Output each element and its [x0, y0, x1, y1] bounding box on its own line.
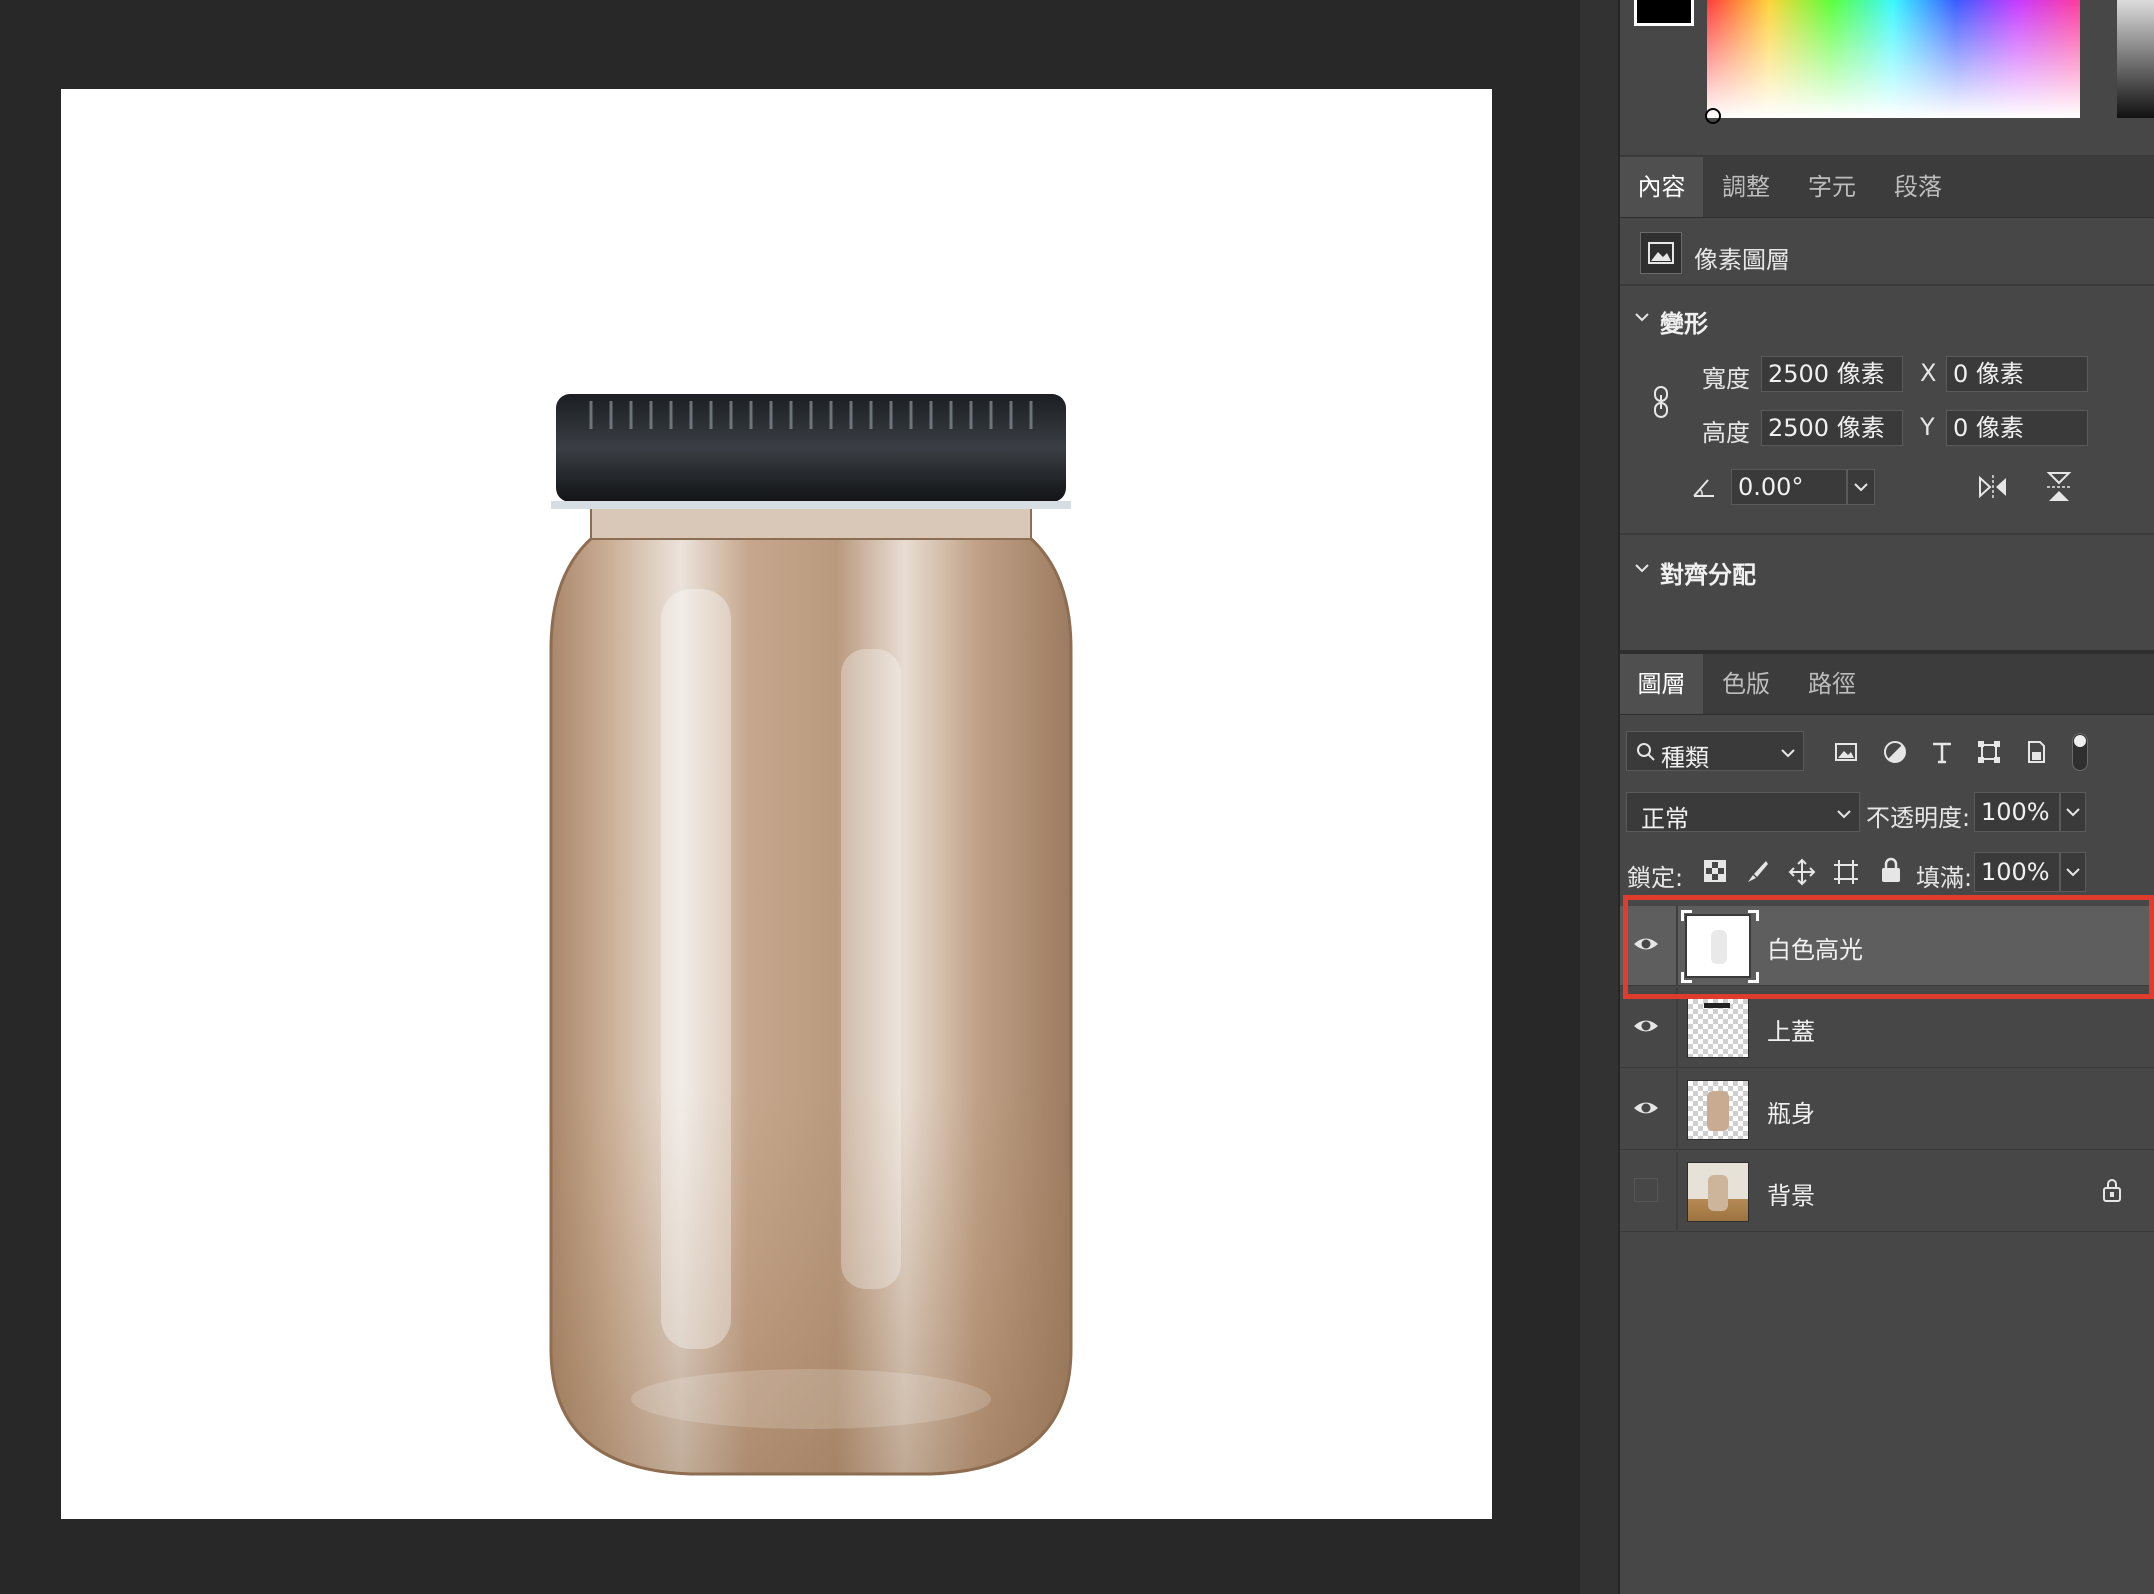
layer-name[interactable]: 瓶身 [1767, 1094, 1815, 1129]
panel-divider[interactable] [1580, 0, 1620, 1594]
chevron-down-icon[interactable] [1632, 307, 1652, 327]
width-label: 寬度 [1702, 365, 1750, 393]
flip-horizontal-icon[interactable] [1977, 472, 2009, 502]
lock-position-icon[interactable] [1788, 858, 1816, 886]
lock-image-pixels-icon[interactable] [1744, 858, 1770, 884]
angle-dropdown-button[interactable] [1847, 469, 1875, 505]
layer-filter-dropdown[interactable]: 種類 [1626, 731, 1804, 772]
x-label: X [1920, 359, 1937, 387]
opacity-label: 不透明度: [1866, 804, 1971, 832]
fill-label: 填滿: [1916, 864, 1973, 892]
eye-icon[interactable] [1632, 1094, 1660, 1122]
filter-adjustment-icon[interactable] [1881, 738, 1909, 766]
pixel-layer-icon [1640, 232, 1682, 274]
document-canvas[interactable] [61, 89, 1492, 1519]
layer-row-background[interactable]: 背景 [1620, 1152, 2154, 1232]
visibility-toggle-off[interactable] [1634, 1178, 1658, 1202]
layers-tab-bar: 圖層 色版 路徑 [1620, 654, 2154, 715]
color-spectrum[interactable] [1707, 0, 2080, 118]
layer-name[interactable]: 背景 [1767, 1176, 1815, 1211]
blend-mode-value: 正常 [1641, 805, 1689, 833]
tab-paths[interactable]: 路徑 [1789, 654, 1875, 714]
x-field[interactable]: 0 像素 [1946, 356, 2088, 392]
fill-dropdown-button[interactable] [2060, 852, 2086, 892]
angle-icon [1690, 474, 1718, 500]
layer-row-lid[interactable]: 上蓋 [1620, 988, 2154, 1068]
flip-vertical-icon[interactable] [2044, 470, 2074, 504]
link-dimensions-icon[interactable] [1650, 385, 1672, 419]
y-field[interactable]: 0 像素 [1946, 410, 2088, 446]
tab-properties[interactable]: 內容 [1620, 157, 1703, 217]
chevron-down-icon[interactable] [1632, 558, 1652, 578]
opacity-field[interactable]: 100% [1974, 792, 2060, 832]
brightness-slider[interactable] [2117, 0, 2154, 118]
lock-icon [2103, 1179, 2121, 1202]
tab-paragraph[interactable]: 段落 [1875, 157, 1961, 217]
tab-layers[interactable]: 圖層 [1620, 654, 1703, 714]
chevron-down-icon [1837, 810, 1851, 819]
tab-character[interactable]: 字元 [1789, 157, 1875, 217]
tab-channels[interactable]: 色版 [1703, 654, 1789, 714]
lock-transparent-pixels-icon[interactable] [1702, 858, 1728, 884]
height-field[interactable]: 2500 像素 [1761, 410, 1903, 446]
jar-image [549, 394, 1073, 1476]
layer-thumbnail[interactable] [1687, 998, 1749, 1058]
angle-field[interactable]: 0.00° [1731, 469, 1847, 505]
height-label: 高度 [1702, 419, 1750, 447]
eye-icon[interactable] [1632, 1012, 1660, 1040]
lock-artboard-icon[interactable] [1832, 858, 1860, 886]
lock-all-icon[interactable] [1878, 856, 1904, 884]
filter-toggle-switch[interactable] [2072, 733, 2088, 771]
color-swatch-area [1620, 0, 2154, 157]
document-workspace [0, 0, 1580, 1594]
filter-type-icon[interactable] [1928, 738, 1956, 766]
align-section-title[interactable]: 對齊分配 [1660, 555, 1756, 590]
filter-shape-icon[interactable] [1975, 738, 2003, 766]
selection-highlight-box [1623, 895, 2154, 999]
layer-filter-label: 種類 [1661, 744, 1709, 772]
layer-name[interactable]: 上蓋 [1767, 1012, 1815, 1047]
y-label: Y [1920, 413, 1935, 441]
width-field[interactable]: 2500 像素 [1761, 356, 1903, 392]
properties-tab-bar: 內容 調整 字元 段落 [1620, 157, 2154, 218]
layer-thumbnail[interactable] [1687, 1162, 1749, 1222]
spectrum-picker-handle[interactable] [1705, 108, 1721, 124]
tab-adjustments[interactable]: 調整 [1703, 157, 1789, 217]
foreground-color-swatch[interactable] [1634, 0, 1694, 26]
fill-field[interactable]: 100% [1974, 852, 2060, 892]
transform-section-title[interactable]: 變形 [1660, 304, 1708, 339]
filter-smart-object-icon[interactable] [2022, 738, 2050, 766]
chevron-down-icon [1781, 749, 1795, 758]
filter-pixel-icon[interactable] [1832, 738, 1860, 766]
search-icon [1637, 743, 1655, 761]
layer-thumbnail[interactable] [1687, 1080, 1749, 1140]
layer-row-jar-body[interactable]: 瓶身 [1620, 1070, 2154, 1150]
layer-kind-label: 像素圖層 [1694, 246, 1790, 274]
right-panel: 內容 調整 字元 段落 像素圖層 變形 寬度 2500 像素 X 0 像素 高度… [1620, 0, 2154, 1594]
opacity-dropdown-button[interactable] [2060, 792, 2086, 832]
lock-label: 鎖定: [1627, 864, 1684, 892]
blend-mode-dropdown[interactable]: 正常 [1626, 792, 1860, 833]
